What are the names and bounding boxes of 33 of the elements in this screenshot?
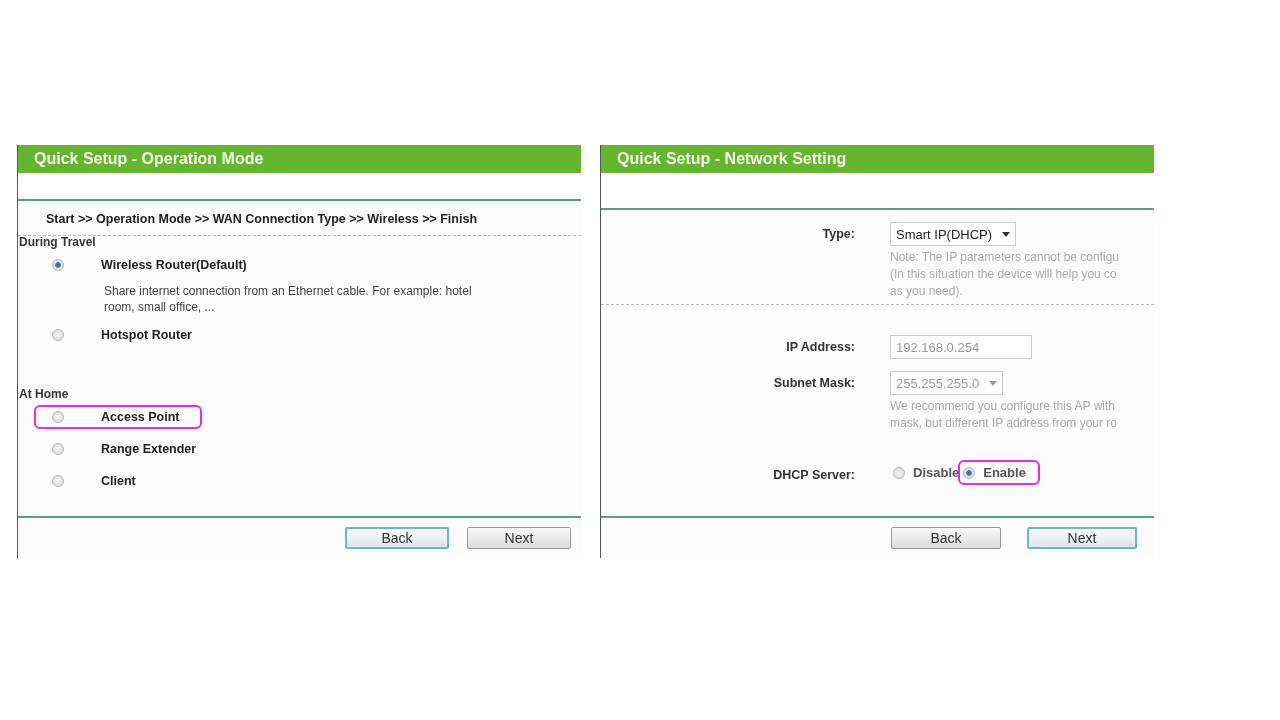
next-button[interactable]: Next [467, 527, 571, 549]
option-label[interactable]: Hotspot Router [101, 328, 192, 342]
radio-button[interactable] [52, 329, 64, 341]
radio-button[interactable] [52, 259, 64, 271]
option-label[interactable]: Client [101, 474, 136, 488]
radio-button[interactable] [893, 466, 905, 479]
radio-button[interactable] [52, 475, 64, 487]
field-note: We recommend you configure this AP with mask, but different IP address from your ro [890, 398, 1117, 432]
radio-button[interactable] [52, 411, 64, 423]
next-button[interactable]: Next [1027, 527, 1137, 549]
caret-icon [1002, 231, 1011, 237]
radio-button[interactable] [52, 443, 64, 455]
caret-icon [989, 380, 998, 386]
field-label: IP Address: [785, 339, 855, 354]
option-label[interactable]: Wireless Router(Default) [101, 258, 247, 272]
field-label: Subnet Mask: [772, 375, 855, 390]
option-label[interactable]: Enable [983, 465, 1026, 480]
field-label: DHCP Server: [772, 467, 855, 482]
option-label[interactable]: Access Point [101, 410, 180, 424]
group-heading: During Travel [18, 235, 97, 249]
field-note: Note: The IP parameters cannot be configu (In this situation the device will help you co as you need). [890, 249, 1120, 300]
field-label: Type: [821, 226, 855, 241]
group-heading: At Home [18, 387, 70, 401]
panel-title: Quick Setup - Operation Mode [18, 145, 581, 173]
panel-title: Quick Setup - Network Setting [601, 145, 1154, 173]
back-button[interactable]: Back [345, 527, 449, 549]
option-label[interactable]: Disable [913, 465, 960, 480]
radio-button[interactable] [963, 466, 976, 479]
option-label[interactable]: Range Extender [101, 442, 197, 456]
dropdown[interactable]: Smart IP(DHCP) [890, 222, 1017, 246]
breadcrumb: Start >> Operation Mode >> WAN Connection Type >> Wireless >> Finish [18, 201, 581, 236]
option-description: Share internet connection from an Ethernet cable. For example: hotel room, small office, ... [103, 283, 473, 316]
back-button[interactable]: Back [891, 527, 1001, 549]
